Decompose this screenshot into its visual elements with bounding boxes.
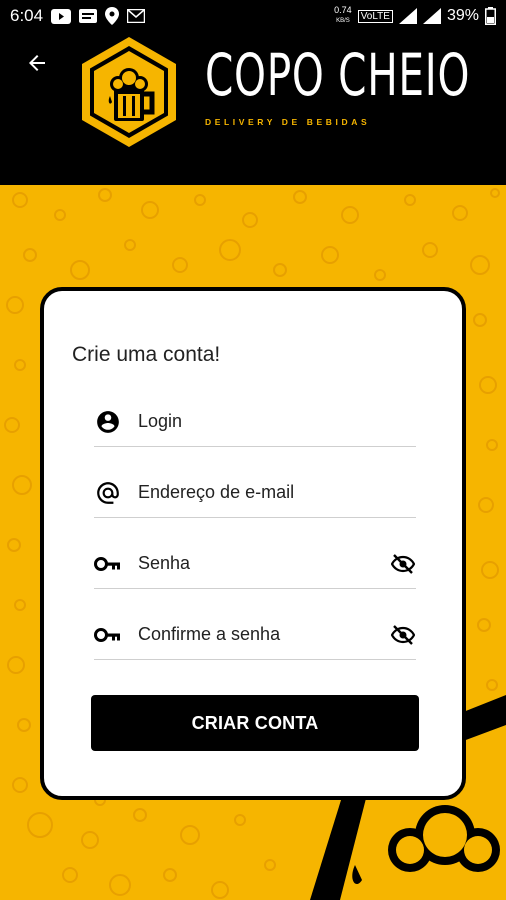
email-field[interactable]: Endereço de e-mail [94, 466, 416, 518]
data-rate: 0.74 KB/S [334, 6, 352, 26]
arrow-left-icon [29, 55, 45, 71]
beer-mug-logo-icon [82, 37, 176, 147]
youtube-icon [51, 8, 72, 24]
mail-icon [127, 9, 146, 23]
brand-name: COPO CHEIO [205, 41, 471, 109]
account-circle-icon [94, 409, 122, 435]
password-placeholder: Senha [138, 553, 191, 573]
form-title: Crie uma conta! [72, 343, 221, 366]
signup-card: Crie uma conta! Login Endereço de e-mail… [40, 287, 466, 800]
login-field[interactable]: Login [94, 395, 416, 447]
battery-percent: 39% [446, 7, 479, 24]
email-placeholder: Endereço de e-mail [138, 482, 295, 502]
back-button[interactable] [22, 48, 52, 78]
status-right: 0.74 KB/S VoLTE 39% [334, 6, 496, 26]
location-icon [105, 7, 120, 25]
status-time: 6:04 [10, 6, 44, 25]
message-icon [79, 9, 98, 23]
confirm-password-field[interactable]: Confirme a senha [94, 608, 416, 660]
app-header: COPO CHEIO DELIVERY DE BEBIDAS [0, 32, 506, 185]
confirm-password-placeholder: Confirme a senha [138, 624, 281, 644]
key-icon [94, 622, 122, 648]
data-rate-value: 0.74 [334, 5, 352, 15]
status-bar: 6:04 0.74 KB/S VoLTE 39% [0, 0, 506, 32]
at-sign-icon [94, 480, 122, 506]
signal-icon [398, 8, 417, 24]
eye-off-icon[interactable] [390, 623, 416, 647]
create-account-button[interactable]: CRIAR CONTA [91, 695, 419, 751]
login-placeholder: Login [138, 411, 183, 431]
password-field[interactable]: Senha [94, 537, 416, 589]
signal-icon-2 [422, 8, 441, 24]
brand-tagline: DELIVERY DE BEBIDAS [205, 117, 371, 127]
notification-icons [51, 7, 146, 25]
volte-badge: VoLTE [357, 9, 393, 23]
data-rate-unit: KB/S [336, 18, 350, 24]
battery-icon [485, 7, 496, 25]
eye-off-icon[interactable] [390, 552, 416, 576]
key-icon [94, 551, 122, 577]
